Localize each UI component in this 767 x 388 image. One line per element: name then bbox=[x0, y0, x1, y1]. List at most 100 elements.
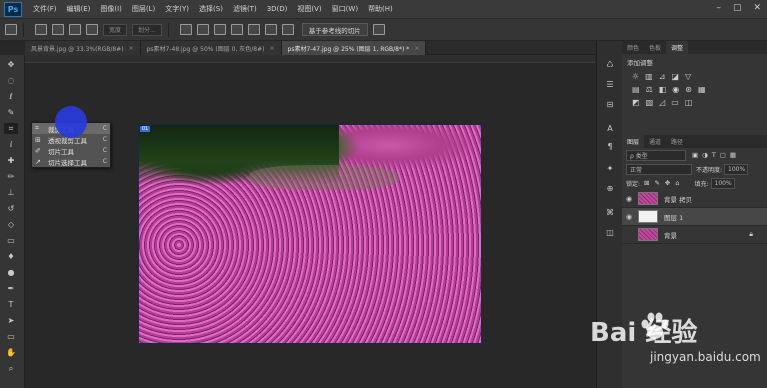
zoom-tool-icon[interactable]: ⌕ bbox=[4, 363, 18, 374]
maximize-icon[interactable]: ▢ bbox=[733, 3, 742, 13]
menu-window[interactable]: 窗口(W) bbox=[327, 4, 363, 14]
distribute-bottom-icon[interactable] bbox=[213, 24, 226, 35]
distribute-right-icon[interactable] bbox=[264, 24, 277, 35]
kind-filter-select[interactable]: ρ 类型 bbox=[626, 149, 686, 161]
tab-adjustments[interactable]: 调整 bbox=[666, 41, 689, 54]
tab-swatches[interactable]: 色板 bbox=[644, 41, 666, 54]
menu-3d[interactable]: 3D(D) bbox=[262, 5, 293, 13]
menu-edit[interactable]: 编辑(E) bbox=[62, 4, 96, 14]
exposure-icon[interactable]: ◪ bbox=[671, 72, 679, 81]
distribute-top-icon[interactable] bbox=[179, 24, 192, 35]
layer-row-layer-1[interactable]: ◉ 图层 1 bbox=[622, 208, 767, 226]
lasso-tool-icon[interactable]: ℓ bbox=[4, 91, 18, 102]
eyedropper-tool-icon[interactable]: ⅈ bbox=[4, 139, 18, 150]
history-brush-tool-icon[interactable]: ↺ bbox=[4, 203, 18, 214]
shape-tool-icon[interactable]: ▭ bbox=[4, 331, 18, 342]
tool-presets-icon[interactable]: ⌘ bbox=[604, 207, 616, 218]
marquee-tool-icon[interactable]: ◌ bbox=[4, 75, 18, 86]
tab-document-3[interactable]: ps素材7-47.jpg @ 25% (图层 1, RGB/8*) * × bbox=[281, 41, 427, 55]
menu-image[interactable]: 图像(I) bbox=[95, 4, 127, 14]
menu-view[interactable]: 视图(V) bbox=[292, 4, 326, 14]
style-field[interactable]: 宽度 bbox=[103, 23, 128, 36]
fill-input[interactable]: 100% bbox=[710, 177, 735, 189]
character-icon[interactable]: A bbox=[604, 123, 616, 134]
actions-icon[interactable]: ⊟ bbox=[604, 99, 616, 110]
tab-color[interactable]: 颜色 bbox=[622, 41, 644, 54]
close-tab-icon[interactable]: × bbox=[129, 45, 134, 52]
layer-row-background-copy[interactable]: ◉ 背景 拷贝 bbox=[622, 190, 767, 208]
clone-stamp-tool-icon[interactable]: ⊥ bbox=[4, 187, 18, 198]
slice-options-icon[interactable] bbox=[372, 24, 385, 35]
divide-field[interactable]: 划分... bbox=[132, 23, 162, 36]
slice-tool-preset-icon[interactable] bbox=[5, 24, 17, 35]
quick-select-tool-icon[interactable]: ✎ bbox=[4, 107, 18, 118]
navigator-icon[interactable]: ◫ bbox=[604, 227, 616, 238]
brightness-icon[interactable]: ☼ bbox=[632, 72, 639, 81]
menu-type[interactable]: 文字(Y) bbox=[160, 4, 194, 14]
tab-document-1[interactable]: 风景背景.jpg @ 33.3%(RGB/8#) × bbox=[25, 41, 141, 55]
tab-document-2[interactable]: ps素材7-48.jpg @ 50% (图层 0, 灰色/8#) × bbox=[140, 41, 282, 55]
blur-tool-icon[interactable]: ♦ bbox=[4, 251, 18, 262]
color-balance-icon[interactable]: ⚖ bbox=[646, 85, 653, 94]
visibility-eye-icon[interactable]: ◉ bbox=[622, 213, 636, 221]
document-image[interactable]: 01 bbox=[138, 124, 482, 344]
layer-row-background[interactable]: 背景 🔒︎ bbox=[622, 226, 767, 244]
invert-icon[interactable]: ◩ bbox=[632, 98, 640, 107]
hand-tool-icon[interactable]: ✋ bbox=[4, 347, 18, 358]
threshold-icon[interactable]: ◿ bbox=[659, 98, 665, 107]
levels-icon[interactable]: ▥ bbox=[645, 72, 653, 81]
distribute-center-icon[interactable] bbox=[247, 24, 260, 35]
posterize-icon[interactable]: ▧ bbox=[646, 98, 654, 107]
align-bottom-icon[interactable] bbox=[69, 24, 81, 35]
dodge-tool-icon[interactable]: ● bbox=[4, 267, 18, 278]
pen-tool-icon[interactable]: ✒ bbox=[4, 283, 18, 294]
minimize-icon[interactable]: – bbox=[716, 3, 721, 13]
history-icon[interactable]: ♺ bbox=[604, 59, 616, 70]
visibility-eye-icon[interactable]: ◉ bbox=[622, 195, 636, 203]
brush-preset-icon[interactable]: ✦ bbox=[604, 163, 616, 174]
properties-icon[interactable]: ☰ bbox=[604, 79, 616, 90]
align-top-icon[interactable] bbox=[35, 24, 47, 35]
paragraph-icon[interactable]: ¶ bbox=[604, 141, 616, 152]
distribute-middle-icon[interactable] bbox=[196, 24, 209, 35]
blend-mode-select[interactable]: 正常 bbox=[626, 163, 692, 175]
black-white-icon[interactable]: ◧ bbox=[659, 85, 667, 94]
flyout-item-slice[interactable]: ✐ 切片工具 C bbox=[32, 145, 110, 156]
menu-select[interactable]: 选择(S) bbox=[194, 4, 228, 14]
path-select-tool-icon[interactable]: ➤ bbox=[4, 315, 18, 326]
curves-icon[interactable]: ⊿ bbox=[659, 72, 666, 81]
menu-help[interactable]: 帮助(H) bbox=[363, 4, 398, 14]
lock-icons[interactable]: ⊠✎✥⌂ bbox=[644, 179, 684, 187]
distribute-left-icon[interactable] bbox=[230, 24, 243, 35]
gradient-tool-icon[interactable]: ▭ bbox=[4, 235, 18, 246]
tab-paths[interactable]: 路径 bbox=[666, 135, 688, 148]
photo-filter-icon[interactable]: ◉ bbox=[672, 85, 679, 94]
crop-tool-icon[interactable]: ⌗ bbox=[4, 123, 18, 134]
clone-source-icon[interactable]: ⊕ bbox=[604, 183, 616, 194]
tab-channels[interactable]: 通道 bbox=[644, 135, 666, 148]
type-tool-icon[interactable]: T bbox=[4, 299, 18, 310]
align-left-icon[interactable] bbox=[86, 24, 98, 35]
vibrance-icon[interactable]: ▽ bbox=[685, 72, 691, 81]
move-tool-icon[interactable]: ✥ bbox=[4, 59, 18, 70]
hide-auto-slices-icon[interactable] bbox=[281, 24, 294, 35]
align-middle-icon[interactable] bbox=[52, 24, 64, 35]
channel-mixer-icon[interactable]: ⊛ bbox=[685, 85, 692, 94]
brush-tool-icon[interactable]: ✏ bbox=[4, 171, 18, 182]
menu-layer[interactable]: 图层(L) bbox=[127, 4, 160, 14]
opacity-input[interactable]: 100% bbox=[724, 163, 749, 175]
gradient-map-icon[interactable]: ▭ bbox=[671, 98, 679, 107]
selective-color-icon[interactable]: ◫ bbox=[685, 98, 693, 107]
menu-filter[interactable]: 滤镜(T) bbox=[228, 4, 262, 14]
filter-icons[interactable]: ▣◑T▢▦ bbox=[692, 151, 740, 159]
color-lookup-icon[interactable]: ▦ bbox=[698, 85, 706, 94]
menu-file[interactable]: 文件(F) bbox=[28, 4, 62, 14]
eraser-tool-icon[interactable]: ◇ bbox=[4, 219, 18, 230]
close-tab-icon[interactable]: × bbox=[414, 45, 419, 52]
close-icon[interactable]: ✕ bbox=[753, 3, 761, 13]
close-tab-icon[interactable]: × bbox=[269, 45, 274, 52]
auto-slice-button[interactable]: 基于参考线的切片 bbox=[301, 23, 368, 36]
healing-brush-tool-icon[interactable]: ✚ bbox=[4, 155, 18, 166]
flyout-item-slice-select[interactable]: ↗ 切片选择工具 C bbox=[32, 156, 110, 167]
hue-saturation-icon[interactable]: ▤ bbox=[632, 85, 640, 94]
